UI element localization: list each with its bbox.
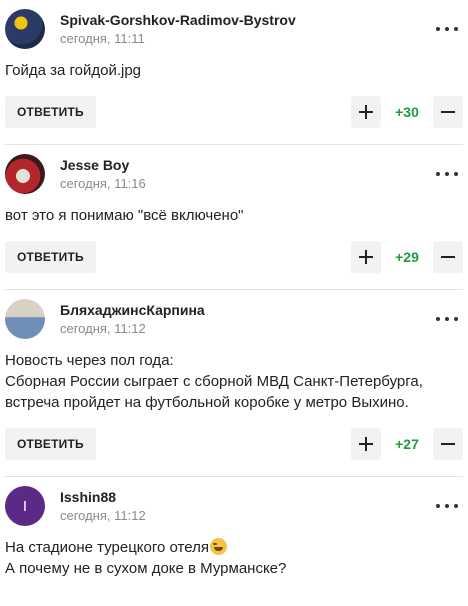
laughing-emoji-icon bbox=[209, 538, 227, 555]
comment-time: сегодня, 11:16 bbox=[60, 175, 146, 191]
comment-header: Spivak-Gorshkov-Radimov-Bystrov сегодня,… bbox=[5, 0, 463, 52]
comment-author[interactable]: Isshin88 bbox=[60, 488, 146, 506]
comment-actions: ОТВЕТИТЬ +29 bbox=[5, 241, 463, 273]
comment-line: вот это я понимаю "всё включено" bbox=[5, 207, 244, 224]
comment-author[interactable]: Spivak-Gorshkov-Radimov-Bystrov bbox=[60, 11, 296, 29]
comment-time: сегодня, 11:12 bbox=[60, 320, 146, 336]
upvote-button[interactable] bbox=[351, 428, 381, 460]
reply-button[interactable]: ОТВЕТИТЬ bbox=[5, 96, 96, 128]
vote-score: +29 bbox=[395, 249, 419, 265]
vote-score: +30 bbox=[395, 104, 419, 120]
upvote-button[interactable] bbox=[351, 96, 381, 128]
comment-header: I Isshin88 сегодня, 11:12 bbox=[5, 477, 463, 529]
downvote-button[interactable] bbox=[433, 96, 463, 128]
reply-button[interactable]: ОТВЕТИТЬ bbox=[5, 241, 96, 273]
comment-text: Новость через пол года: Сборная России с… bbox=[5, 350, 463, 413]
avatar-letter: I bbox=[22, 497, 28, 515]
downvote-button[interactable] bbox=[433, 241, 463, 273]
comment-author[interactable]: Jesse Boy bbox=[60, 156, 146, 174]
vote-score: +27 bbox=[395, 436, 419, 452]
comment-line: На стадионе турецкого отеля bbox=[5, 537, 463, 558]
reply-button[interactable]: ОТВЕТИТЬ bbox=[5, 428, 96, 460]
more-options-icon[interactable] bbox=[436, 496, 458, 516]
plus-icon bbox=[359, 250, 373, 264]
avatar[interactable]: I bbox=[5, 486, 45, 526]
vote-control: +29 bbox=[351, 241, 463, 273]
minus-icon bbox=[441, 437, 455, 451]
comment: I Isshin88 сегодня, 11:12 На стадионе ту… bbox=[0, 477, 468, 579]
comment-text: Гойда за гойдой.jpg bbox=[5, 60, 463, 81]
comment-actions: ОТВЕТИТЬ +30 bbox=[5, 96, 463, 128]
minus-icon bbox=[441, 250, 455, 264]
comment: Spivak-Gorshkov-Radimov-Bystrov сегодня,… bbox=[0, 0, 468, 128]
plus-icon bbox=[359, 105, 373, 119]
comment-line-text: На стадионе турецкого отеля bbox=[5, 539, 209, 556]
comment: Jesse Boy сегодня, 11:16 вот это я поним… bbox=[0, 145, 468, 273]
comment: БляхаджинсКарпина сегодня, 11:12 Новость… bbox=[0, 290, 468, 460]
comment-actions: ОТВЕТИТЬ +27 bbox=[5, 428, 463, 460]
avatar[interactable] bbox=[5, 154, 45, 194]
more-options-icon[interactable] bbox=[436, 164, 458, 184]
upvote-button[interactable] bbox=[351, 241, 381, 273]
avatar[interactable] bbox=[5, 299, 45, 339]
plus-icon bbox=[359, 437, 373, 451]
comment-line: Сборная России сыграет с сборной МВД Сан… bbox=[5, 373, 423, 390]
comment-header: Jesse Boy сегодня, 11:16 bbox=[5, 145, 463, 197]
comment-line: Гойда за гойдой.jpg bbox=[5, 62, 142, 79]
comment-text: вот это я понимаю "всё включено" bbox=[5, 205, 463, 226]
comment-header: БляхаджинсКарпина сегодня, 11:12 bbox=[5, 290, 463, 342]
comment-line: Новость через пол года: bbox=[5, 352, 174, 369]
avatar[interactable] bbox=[5, 9, 45, 49]
comment-text: На стадионе турецкого отеля А почему не … bbox=[5, 537, 463, 579]
more-options-icon[interactable] bbox=[436, 309, 458, 329]
downvote-button[interactable] bbox=[433, 428, 463, 460]
comment-time: сегодня, 11:11 bbox=[60, 30, 145, 46]
minus-icon bbox=[441, 105, 455, 119]
vote-control: +27 bbox=[351, 428, 463, 460]
comment-time: сегодня, 11:12 bbox=[60, 507, 146, 523]
comment-author[interactable]: БляхаджинсКарпина bbox=[60, 301, 205, 319]
comment-line: А почему не в сухом доке в Мурманске? bbox=[5, 560, 287, 577]
vote-control: +30 bbox=[351, 96, 463, 128]
more-options-icon[interactable] bbox=[436, 19, 458, 39]
comment-line: встреча пройдет на футбольной коробке у … bbox=[5, 394, 409, 411]
